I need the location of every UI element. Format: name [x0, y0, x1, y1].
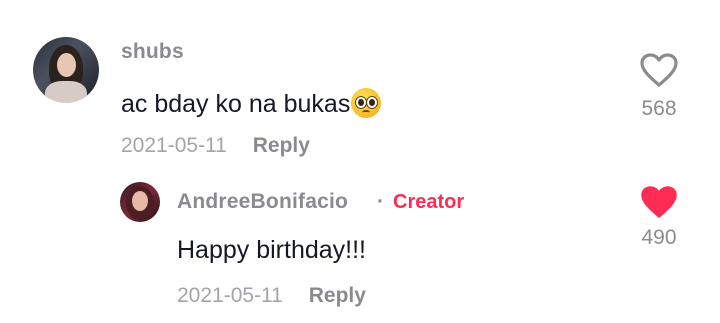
- reply-date: 2021-05-11: [177, 284, 283, 307]
- comment-text-content: ac bday ko na bukas: [121, 90, 351, 118]
- comment-thread: shubs ac bday ko na bukas 2021-05-11 Rep…: [0, 0, 720, 323]
- avatar-face: [132, 191, 148, 211]
- creator-avatar[interactable]: [120, 182, 160, 222]
- heart-filled-icon: [641, 186, 677, 218]
- pleading-face-emoji-icon: [351, 88, 382, 118]
- reply-button[interactable]: Reply: [253, 134, 310, 157]
- like-button[interactable]: 490: [629, 184, 689, 250]
- avatar-face: [57, 53, 76, 77]
- comment-date: 2021-05-11: [121, 134, 227, 157]
- reply-text: Happy birthday!!!: [177, 236, 366, 264]
- comment-meta: 2021-05-11 Reply: [121, 134, 310, 158]
- creator-badge: Creator: [393, 191, 465, 213]
- comment-text: ac bday ko na bukas: [121, 88, 382, 119]
- like-count: 490: [641, 226, 677, 249]
- username-separator: ·: [377, 190, 384, 213]
- reply-username[interactable]: AndreeBonifacio: [177, 190, 348, 214]
- like-button[interactable]: 568: [629, 52, 689, 121]
- user-avatar[interactable]: [33, 37, 99, 103]
- like-count: 568: [641, 97, 677, 120]
- comment-username[interactable]: shubs: [121, 40, 184, 64]
- reply-item: AndreeBonifacio · Creator Happy birthday…: [0, 178, 720, 318]
- reply-meta: 2021-05-11 Reply: [177, 284, 366, 308]
- reply-button[interactable]: Reply: [309, 284, 366, 307]
- comment-item: shubs ac bday ko na bukas 2021-05-11 Rep…: [0, 30, 720, 170]
- heart-outline-icon: [640, 53, 678, 87]
- avatar-body: [45, 81, 87, 103]
